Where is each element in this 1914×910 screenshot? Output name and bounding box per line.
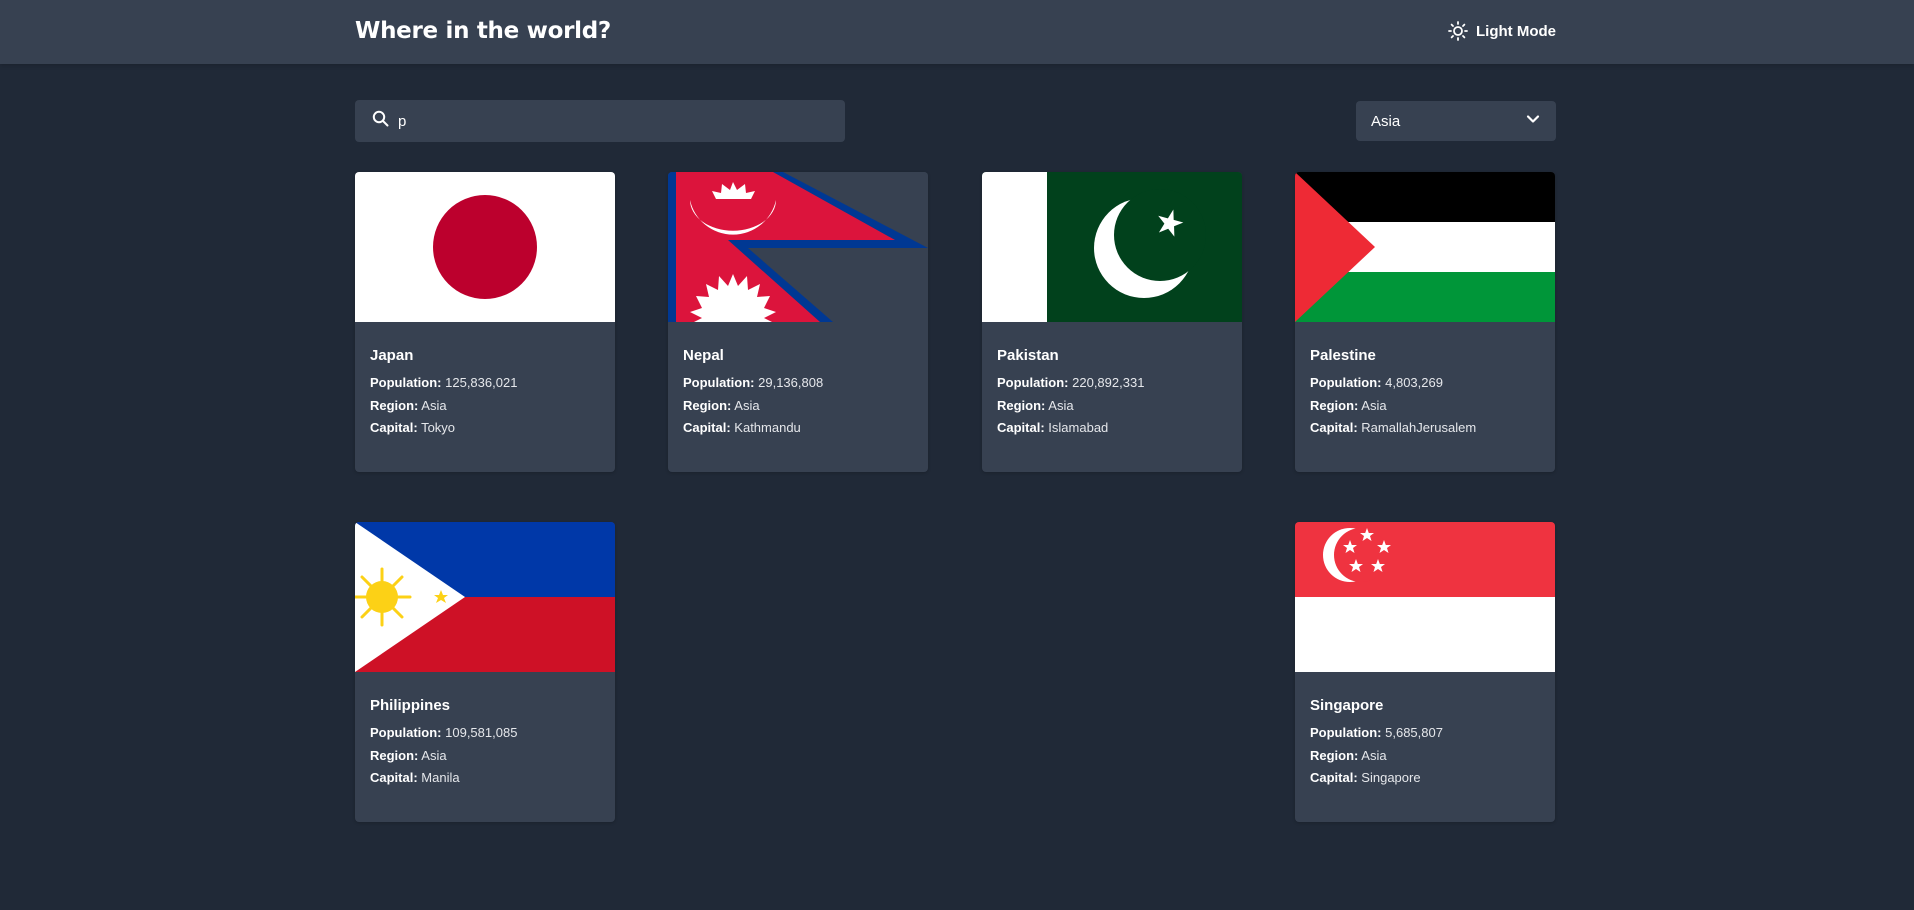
country-card-philippines[interactable]: Philippines Population: 109,581,085 Regi… bbox=[355, 522, 615, 822]
country-name: Palestine bbox=[1310, 347, 1376, 364]
population-value: 4,803,269 bbox=[1385, 375, 1443, 390]
country-card-pakistan[interactable]: Pakistan Population: 220,892,331 Region:… bbox=[982, 172, 1242, 472]
capital-label: Capital: bbox=[683, 420, 731, 435]
population-value: 109,581,085 bbox=[445, 725, 518, 740]
population-label: Population: bbox=[997, 375, 1069, 390]
population-label: Population: bbox=[370, 375, 442, 390]
philippines-flag bbox=[355, 522, 615, 672]
population-value: 5,685,807 bbox=[1385, 725, 1443, 740]
population-label: Population: bbox=[1310, 725, 1382, 740]
search-icon bbox=[372, 110, 389, 132]
region-filter-select[interactable]: Asia bbox=[1356, 101, 1556, 141]
population-label: Population: bbox=[683, 375, 755, 390]
country-name: Pakistan bbox=[997, 347, 1059, 364]
capital-label: Capital: bbox=[1310, 420, 1358, 435]
country-card-singapore[interactable]: Singapore Population: 5,685,807 Region: … bbox=[1295, 522, 1555, 822]
region-label: Region: bbox=[1310, 397, 1359, 413]
region-label: Region: bbox=[370, 397, 419, 413]
country-card-japan[interactable]: Japan Population: 125,836,021 Region: As… bbox=[355, 172, 615, 472]
region-value: Asia bbox=[1361, 397, 1387, 413]
sun-icon bbox=[1448, 21, 1468, 41]
country-name: Singapore bbox=[1310, 697, 1384, 714]
country-name: Philippines bbox=[370, 697, 451, 714]
capital-value: Kathmandu bbox=[734, 420, 801, 435]
region-value: Asia bbox=[1361, 747, 1387, 763]
nepal-flag bbox=[668, 172, 928, 322]
search-box bbox=[355, 100, 845, 142]
population-label: Population: bbox=[1310, 375, 1382, 390]
capital-label: Capital: bbox=[1310, 770, 1358, 785]
singapore-flag bbox=[1295, 522, 1555, 672]
population-value: 220,892,331 bbox=[1072, 375, 1145, 390]
region-label: Region: bbox=[1310, 747, 1359, 763]
chevron-down-icon bbox=[1526, 112, 1540, 130]
region-label: Region: bbox=[683, 397, 732, 413]
country-card-palestine[interactable]: Palestine Population: 4,803,269 Region: … bbox=[1295, 172, 1555, 472]
population-value: 125,836,021 bbox=[445, 375, 518, 390]
region-value: Asia bbox=[1048, 397, 1074, 413]
capital-value: Singapore bbox=[1361, 770, 1421, 785]
site-header: Where in the world? Light Mode bbox=[0, 0, 1914, 64]
capital-value: Tokyo bbox=[421, 420, 456, 435]
theme-toggle-button[interactable]: Light Mode bbox=[1448, 21, 1556, 41]
theme-toggle-label: Light Mode bbox=[1476, 22, 1556, 40]
capital-label: Capital: bbox=[370, 420, 418, 435]
pakistan-flag bbox=[982, 172, 1242, 322]
population-label: Population: bbox=[370, 725, 442, 740]
japan-flag bbox=[355, 172, 615, 322]
region-label: Region: bbox=[997, 397, 1046, 413]
capital-label: Capital: bbox=[370, 770, 418, 785]
capital-value: Manila bbox=[421, 770, 460, 785]
region-label: Region: bbox=[370, 747, 419, 763]
country-name: Japan bbox=[370, 347, 414, 364]
capital-label: Capital: bbox=[997, 420, 1045, 435]
population-value: 29,136,808 bbox=[758, 375, 824, 390]
palestine-flag bbox=[1295, 172, 1555, 322]
page-title: Where in the world? bbox=[355, 18, 611, 44]
region-filter-value: Asia bbox=[1371, 112, 1401, 130]
region-value: Asia bbox=[734, 397, 760, 413]
search-input[interactable] bbox=[398, 100, 818, 142]
country-card-nepal[interactable]: Nepal Population: 29,136,808 Region: Asi… bbox=[668, 172, 928, 472]
country-name: Nepal bbox=[683, 347, 724, 364]
capital-value: RamallahJerusalem bbox=[1361, 420, 1477, 435]
region-value: Asia bbox=[421, 397, 447, 413]
region-value: Asia bbox=[421, 747, 447, 763]
capital-value: Islamabad bbox=[1048, 420, 1109, 435]
